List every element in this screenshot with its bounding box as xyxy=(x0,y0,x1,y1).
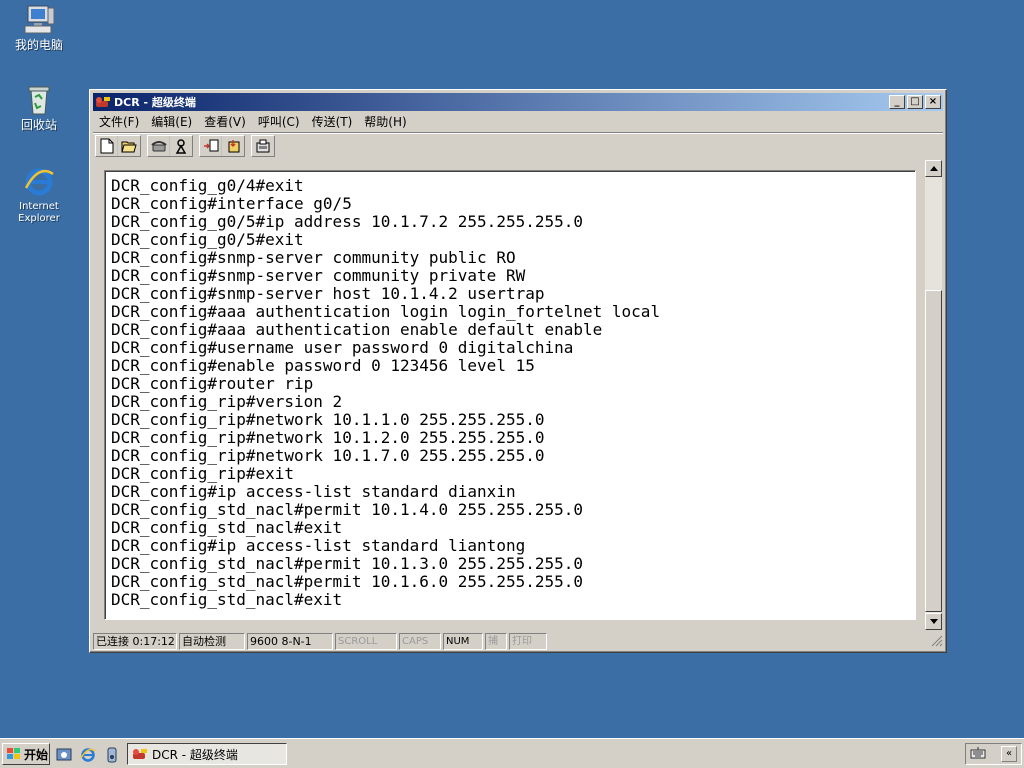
windows-flag-icon xyxy=(6,747,22,761)
terminal-line: DCR_config_g0/5#ip address 10.1.7.2 255.… xyxy=(111,212,584,231)
terminal-line: DCR_config_g0/5#exit xyxy=(111,230,304,249)
call-button[interactable] xyxy=(148,135,170,156)
status-caps: CAPS xyxy=(399,632,441,650)
toolbar-group-file xyxy=(95,134,141,157)
toolbar-group-properties xyxy=(251,134,275,157)
terminal-line: DCR_config#snmp-server community public … xyxy=(111,248,516,267)
desktop-icon-recycle-bin[interactable]: 回收站 xyxy=(1,84,77,132)
scroll-down-button[interactable] xyxy=(925,613,942,630)
hyperterminal-icon xyxy=(95,95,111,109)
status-scroll: SCROLL xyxy=(335,632,397,650)
desktop-icon-label: 回收站 xyxy=(20,118,57,132)
desktop-icon-my-computer[interactable]: 我的电脑 xyxy=(1,4,77,52)
terminal-line: DCR_config_rip#exit xyxy=(111,464,295,483)
hyperterminal-icon xyxy=(132,747,148,761)
window-title: DCR - 超级终端 xyxy=(114,96,196,109)
terminal-line: DCR_config_std_nacl#exit xyxy=(111,590,343,609)
vertical-scrollbar[interactable] xyxy=(925,160,942,630)
toolbar-group-call xyxy=(147,134,193,157)
maximize-button[interactable]: □ xyxy=(907,95,923,109)
internet-explorer-icon xyxy=(22,166,56,198)
receive-button[interactable] xyxy=(222,136,244,156)
minimize-button[interactable]: _ xyxy=(889,95,905,109)
menu-call[interactable]: 呼叫(C) xyxy=(252,113,306,130)
disconnect-button[interactable] xyxy=(170,136,192,156)
terminal-line: DCR_config#snmp-server community private… xyxy=(111,266,526,285)
menu-help[interactable]: 帮助(H) xyxy=(358,113,412,130)
terminal-line: DCR_config#aaa authentication enable def… xyxy=(111,320,603,339)
properties-button[interactable] xyxy=(252,136,274,156)
desktop-icon-label: 我的电脑 xyxy=(14,38,63,52)
arrow-up-icon xyxy=(929,166,938,171)
taskbar-button-label: DCR - 超级终端 xyxy=(152,747,238,762)
properties-icon xyxy=(256,139,270,152)
send-file-icon xyxy=(203,139,218,151)
status-params: 9600 8-N-1 xyxy=(247,632,333,650)
recycle-bin-icon xyxy=(22,84,56,116)
menu-edit[interactable]: 编辑(E) xyxy=(145,113,198,130)
terminal-line: DCR_config#username user password 0 digi… xyxy=(111,338,574,357)
menu-file[interactable]: 文件(F) xyxy=(93,113,145,130)
terminal-line: DCR_config_std_nacl#exit xyxy=(111,518,343,537)
receive-file-icon xyxy=(228,139,240,152)
new-connection-button[interactable] xyxy=(96,135,118,156)
toolbar xyxy=(93,132,943,158)
taskbar-button-hyperterminal[interactable]: DCR - 超级终端 xyxy=(127,743,287,765)
send-button[interactable] xyxy=(200,135,222,156)
start-button[interactable]: 开始 xyxy=(2,743,50,765)
system-tray: « xyxy=(965,743,1022,765)
open-folder-icon xyxy=(121,141,137,152)
terminal-line: DCR_config#interface g0/5 xyxy=(111,194,352,213)
menu-bar: 文件(F) 编辑(E) 查看(V) 呼叫(C) 传送(T) 帮助(H) xyxy=(93,112,943,130)
terminal-output[interactable]: DCR_config_g0/4#exit DCR_config#interface… xyxy=(111,177,911,615)
taskbar: 开始 DCR - 超级终端 « xyxy=(0,738,1024,768)
terminal-frame: DCR_config_g0/4#exit DCR_config#interface… xyxy=(104,170,916,620)
media-quicklaunch-icon[interactable] xyxy=(104,747,120,763)
terminal-line: DCR_config_rip#version 2 xyxy=(111,392,343,411)
desktop-icon-label-line1: Internet xyxy=(19,201,59,212)
terminal-line: DCR_config#ip access-list standard liant… xyxy=(111,536,526,555)
terminal-line: DCR_config_rip#network 10.1.2.0 255.255.… xyxy=(111,428,545,447)
disconnect-icon xyxy=(175,138,187,154)
resize-grip-icon[interactable] xyxy=(931,635,943,647)
terminal-line: DCR_config_rip#network 10.1.1.0 255.255.… xyxy=(111,410,545,429)
close-button[interactable]: × xyxy=(925,95,941,109)
status-detect: 自动检测 xyxy=(179,632,245,650)
show-desktop-icon[interactable] xyxy=(56,747,72,763)
terminal-line: DCR_config_rip#network 10.1.7.0 255.255.… xyxy=(111,446,545,465)
terminal-line: DCR_config_std_nacl#permit 10.1.6.0 255.… xyxy=(111,572,584,591)
arrow-down-icon xyxy=(929,619,938,624)
terminal-line: DCR_config#router rip xyxy=(111,374,314,393)
terminal-line: DCR_config#snmp-server host 10.1.4.2 use… xyxy=(111,284,545,303)
open-button[interactable] xyxy=(118,136,140,156)
tray-expand-button[interactable]: « xyxy=(1001,746,1017,762)
terminal-line: DCR_config_std_nacl#permit 10.1.3.0 255.… xyxy=(111,554,584,573)
scroll-thumb[interactable] xyxy=(925,290,942,612)
status-connected: 已连接 0:17:12 xyxy=(93,632,177,650)
terminal-line: DCR_config#ip access-list standard dianx… xyxy=(111,482,516,501)
terminal-line: DCR_config_g0/4#exit xyxy=(111,177,304,195)
status-bar: 已连接 0:17:12 自动检测 9600 8-N-1 SCROLL CAPS … xyxy=(93,632,943,650)
terminal-line: DCR_config#aaa authentication login logi… xyxy=(111,302,661,321)
status-print: 打印 xyxy=(509,632,547,650)
menu-view[interactable]: 查看(V) xyxy=(198,113,252,130)
new-document-icon xyxy=(100,138,113,153)
computer-icon xyxy=(22,4,56,36)
terminal-line: DCR_config_std_nacl#permit 10.1.4.0 255.… xyxy=(111,500,584,519)
desktop-icon-internet-explorer[interactable]: Internet Explorer xyxy=(1,166,77,225)
title-bar[interactable]: DCR - 超级终端 _ □ × xyxy=(93,93,943,111)
status-capture: 捕 xyxy=(485,632,507,650)
internet-explorer-quicklaunch-icon[interactable] xyxy=(80,747,96,763)
terminal-line: DCR_config#enable password 0 123456 leve… xyxy=(111,356,535,375)
keyboard-icon[interactable] xyxy=(970,746,986,762)
status-num: NUM xyxy=(443,632,483,650)
menu-transfer[interactable]: 传送(T) xyxy=(306,113,359,130)
hyperterminal-window: DCR - 超级终端 _ □ × 文件(F) 编辑(E) 查看(V) 呼叫(C)… xyxy=(89,89,947,653)
toolbar-group-transfer xyxy=(199,134,245,157)
scroll-up-button[interactable] xyxy=(925,160,942,177)
phone-icon xyxy=(150,140,167,151)
start-label: 开始 xyxy=(24,747,49,762)
desktop-icon-label-line2: Explorer xyxy=(18,213,60,224)
